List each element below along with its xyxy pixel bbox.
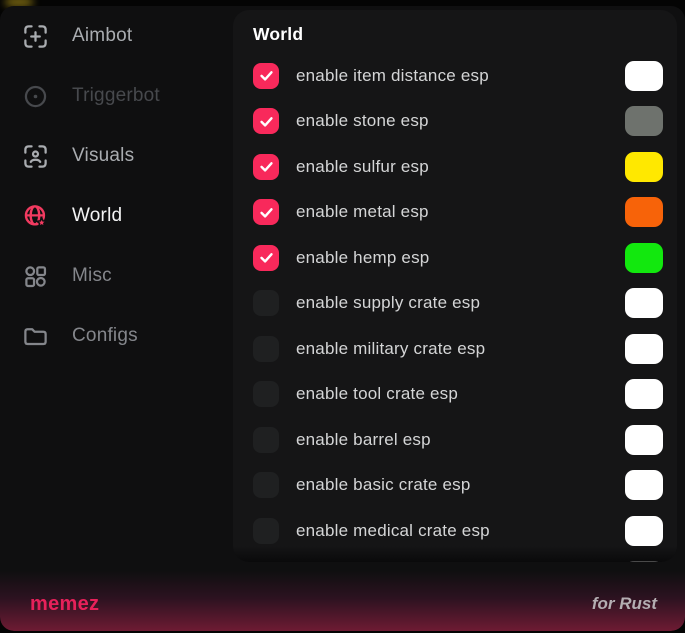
esp-setting-row: enable barrel esp xyxy=(253,417,663,463)
checkbox[interactable] xyxy=(253,427,279,453)
color-swatch[interactable] xyxy=(625,561,663,562)
checkbox[interactable] xyxy=(253,108,279,134)
esp-setting-row: enable tool crate esp xyxy=(253,372,663,418)
sidebar-item-label: Configs xyxy=(72,325,138,347)
checkbox[interactable] xyxy=(253,336,279,362)
color-swatch[interactable] xyxy=(625,516,663,546)
brand-tagline: for Rust xyxy=(592,594,657,614)
misc-shapes-icon xyxy=(22,263,49,290)
esp-setting-row: enable supply crate esp xyxy=(253,281,663,327)
esp-setting-row: enable sulfur esp xyxy=(253,144,663,190)
cheat-menu-window: Aimbot Triggerbot Visuals World Misc Con… xyxy=(0,6,685,631)
sidebar-item-aimbot[interactable]: Aimbot xyxy=(0,6,233,66)
checkmark-icon xyxy=(258,113,275,130)
esp-setting-label: enable tool crate esp xyxy=(296,384,625,404)
sidebar: Aimbot Triggerbot Visuals World Misc Con… xyxy=(0,6,233,571)
color-swatch[interactable] xyxy=(625,61,663,91)
sidebar-item-label: Aimbot xyxy=(72,25,132,47)
sidebar-item-label: Visuals xyxy=(72,145,134,167)
esp-setting-label: enable medical crate esp xyxy=(296,521,625,541)
footer-bar: memez for Rust xyxy=(0,571,685,631)
checkmark-icon xyxy=(258,249,275,266)
sidebar-item-triggerbot[interactable]: Triggerbot xyxy=(0,66,233,126)
color-swatch[interactable] xyxy=(625,197,663,227)
checkbox[interactable] xyxy=(253,63,279,89)
aimbot-crosshair-icon xyxy=(22,23,49,50)
esp-setting-row: enable metal esp xyxy=(253,190,663,236)
sidebar-item-world[interactable]: World xyxy=(0,186,233,246)
esp-setting-row: enable stone esp xyxy=(253,99,663,145)
checkbox[interactable] xyxy=(253,154,279,180)
color-swatch[interactable] xyxy=(625,379,663,409)
esp-setting-label: enable military crate esp xyxy=(296,339,625,359)
settings-list: enable item distance esp enable stone es… xyxy=(253,53,663,562)
esp-setting-label: enable basic crate esp xyxy=(296,475,625,495)
esp-setting-row xyxy=(253,554,663,563)
esp-setting-row: enable military crate esp xyxy=(253,326,663,372)
esp-setting-label: enable barrel esp xyxy=(296,430,625,450)
esp-setting-row: enable medical crate esp xyxy=(253,508,663,554)
sidebar-item-configs[interactable]: Configs xyxy=(0,306,233,366)
world-globe-icon xyxy=(22,203,49,230)
esp-setting-label: enable stone esp xyxy=(296,111,625,131)
color-swatch[interactable] xyxy=(625,334,663,364)
sidebar-item-label: World xyxy=(72,205,122,227)
color-swatch[interactable] xyxy=(625,425,663,455)
esp-setting-label: enable supply crate esp xyxy=(296,293,625,313)
esp-setting-label: enable item distance esp xyxy=(296,66,625,86)
esp-setting-label: enable hemp esp xyxy=(296,248,625,268)
color-swatch[interactable] xyxy=(625,152,663,182)
brand-name: memez xyxy=(30,593,99,616)
checkbox[interactable] xyxy=(253,199,279,225)
color-swatch[interactable] xyxy=(625,470,663,500)
esp-setting-row: enable hemp esp xyxy=(253,235,663,281)
checkmark-icon xyxy=(258,204,275,221)
checkbox[interactable] xyxy=(253,290,279,316)
color-swatch[interactable] xyxy=(625,288,663,318)
esp-setting-label: enable sulfur esp xyxy=(296,157,625,177)
color-swatch[interactable] xyxy=(625,106,663,136)
esp-setting-row: enable basic crate esp xyxy=(253,463,663,509)
configs-folder-icon xyxy=(22,323,49,350)
sidebar-item-label: Triggerbot xyxy=(72,85,160,107)
esp-setting-row: enable item distance esp xyxy=(253,53,663,99)
color-swatch[interactable] xyxy=(625,243,663,273)
settings-panel: World enable item distance esp enable st… xyxy=(233,10,677,562)
sidebar-item-visuals[interactable]: Visuals xyxy=(0,126,233,186)
triggerbot-target-icon xyxy=(22,83,49,110)
checkmark-icon xyxy=(258,67,275,84)
sidebar-item-label: Misc xyxy=(72,265,112,287)
checkbox[interactable] xyxy=(253,381,279,407)
panel-title: World xyxy=(253,24,663,45)
visuals-scan-person-icon xyxy=(22,143,49,170)
checkmark-icon xyxy=(258,158,275,175)
checkbox[interactable] xyxy=(253,472,279,498)
esp-setting-label: enable metal esp xyxy=(296,202,625,222)
checkbox[interactable] xyxy=(253,245,279,271)
sidebar-item-misc[interactable]: Misc xyxy=(0,246,233,306)
checkbox[interactable] xyxy=(253,518,279,544)
